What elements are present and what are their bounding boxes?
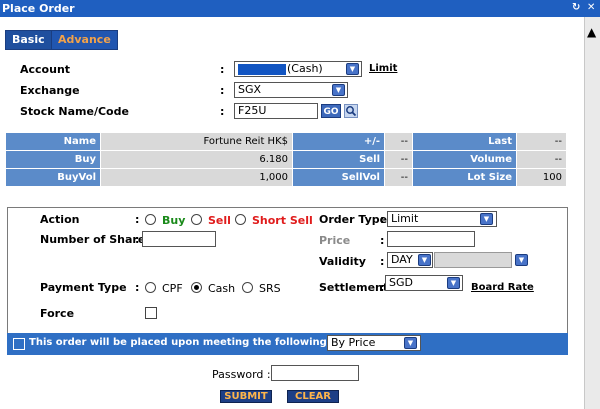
sellvol-header: SellVol (293, 169, 384, 186)
order-type-value: Limit (391, 212, 419, 225)
chevron-down-icon[interactable]: ▼ (404, 337, 417, 349)
account-value: (Cash) (287, 62, 323, 75)
go-button[interactable]: GO (321, 104, 341, 118)
action-label: Action (40, 213, 80, 226)
account-select[interactable]: (Cash) (234, 61, 362, 77)
change-header: +/- (293, 133, 384, 150)
validity-label: Validity (319, 255, 366, 268)
close-icon[interactable]: ✕ (587, 1, 595, 15)
force-label: Force (40, 307, 75, 320)
colon: : (135, 281, 140, 294)
name-value: Fortune Reit HK$ (101, 133, 292, 150)
colon: : (220, 63, 225, 76)
sell-header: Sell (293, 151, 384, 168)
stock-code-input[interactable]: F25U (234, 103, 318, 119)
scroll-up-icon[interactable]: ▲ (587, 25, 596, 39)
vertical-scrollbar[interactable]: ▲ (584, 17, 600, 409)
settlement-label: Settlement (319, 281, 389, 294)
stock-code-value: F25U (238, 104, 267, 117)
settlement-value: SGD (389, 276, 413, 289)
clear-button[interactable]: CLEAR (287, 390, 339, 403)
short-sell-radio[interactable] (235, 214, 246, 225)
stock-label: Stock Name/Code (20, 105, 129, 118)
chevron-down-icon[interactable]: ▼ (418, 254, 431, 266)
colon: : (380, 234, 385, 247)
shares-input[interactable] (142, 231, 216, 247)
buy-value: 6.180 (101, 151, 292, 168)
colon: : (220, 105, 225, 118)
colon: : (135, 233, 140, 246)
account-label: Account (20, 63, 71, 76)
criteria-text: This order will be placed upon meeting t… (29, 337, 376, 348)
sellvol-value: -- (385, 169, 412, 186)
chevron-down-icon[interactable]: ▼ (332, 84, 345, 96)
limit-link[interactable]: Limit (369, 63, 397, 74)
short-sell-label: Short Sell (252, 214, 313, 227)
chevron-down-icon[interactable]: ▼ (346, 63, 359, 75)
window-titlebar: Place Order ↻ ✕ (0, 0, 600, 17)
submit-button[interactable]: SUBMIT (220, 390, 272, 403)
srs-label: SRS (259, 282, 281, 295)
refresh-icon[interactable]: ↻ (572, 1, 580, 15)
payment-type-label: Payment Type (40, 281, 127, 294)
tab-advance[interactable]: Advance (51, 30, 118, 50)
window-title: Place Order (2, 2, 75, 15)
buyvol-header: BuyVol (6, 169, 100, 186)
cpf-radio[interactable] (145, 282, 156, 293)
sell-radio[interactable] (191, 214, 202, 225)
tab-basic[interactable]: Basic (5, 30, 52, 50)
password-label: Password : (212, 368, 271, 381)
colon: : (135, 213, 140, 226)
name-header: Name (6, 133, 100, 150)
price-label: Price (319, 234, 351, 247)
board-rate-link[interactable]: Board Rate (471, 282, 534, 293)
price-input[interactable] (387, 231, 475, 247)
cpf-label: CPF (162, 282, 183, 295)
sell-label: Sell (208, 214, 231, 227)
exchange-label: Exchange (20, 84, 80, 97)
change-value: -- (385, 133, 412, 150)
password-input[interactable] (271, 365, 359, 381)
criteria-checkbox[interactable] (13, 338, 25, 350)
criteria-bar: This order will be placed upon meeting t… (7, 333, 568, 355)
order-type-label: Order Type (319, 213, 388, 226)
buy-label: Buy (162, 214, 186, 227)
lotsize-header: Lot Size (413, 169, 516, 186)
volume-value: -- (517, 151, 566, 168)
validity-date-input[interactable] (434, 252, 512, 268)
buy-radio[interactable] (145, 214, 156, 225)
last-header: Last (413, 133, 516, 150)
last-value: -- (517, 133, 566, 150)
criteria-value: By Price (331, 336, 376, 349)
colon: : (220, 84, 225, 97)
order-panel: Basic Advance Account : (Cash) ▼ Limit E… (0, 17, 584, 409)
colon: : (380, 255, 385, 268)
colon: : (380, 213, 385, 226)
buyvol-value: 1,000 (101, 169, 292, 186)
lotsize-value: 100 (517, 169, 566, 186)
srs-radio[interactable] (242, 282, 253, 293)
colon: : (380, 281, 385, 294)
search-icon[interactable] (344, 104, 358, 118)
cash-label: Cash (208, 282, 236, 295)
chevron-down-icon[interactable]: ▼ (447, 277, 460, 289)
exchange-value: SGX (238, 83, 262, 96)
volume-header: Volume (413, 151, 516, 168)
buy-header: Buy (6, 151, 100, 168)
chevron-down-icon[interactable]: ▼ (515, 254, 528, 266)
force-checkbox[interactable] (145, 307, 157, 319)
validity-value: DAY (391, 253, 413, 266)
cash-radio[interactable] (191, 282, 202, 293)
exchange-select[interactable]: SGX (234, 82, 348, 98)
sell-value: -- (385, 151, 412, 168)
chevron-down-icon[interactable]: ▼ (480, 213, 493, 225)
redacted-account (238, 63, 286, 75)
